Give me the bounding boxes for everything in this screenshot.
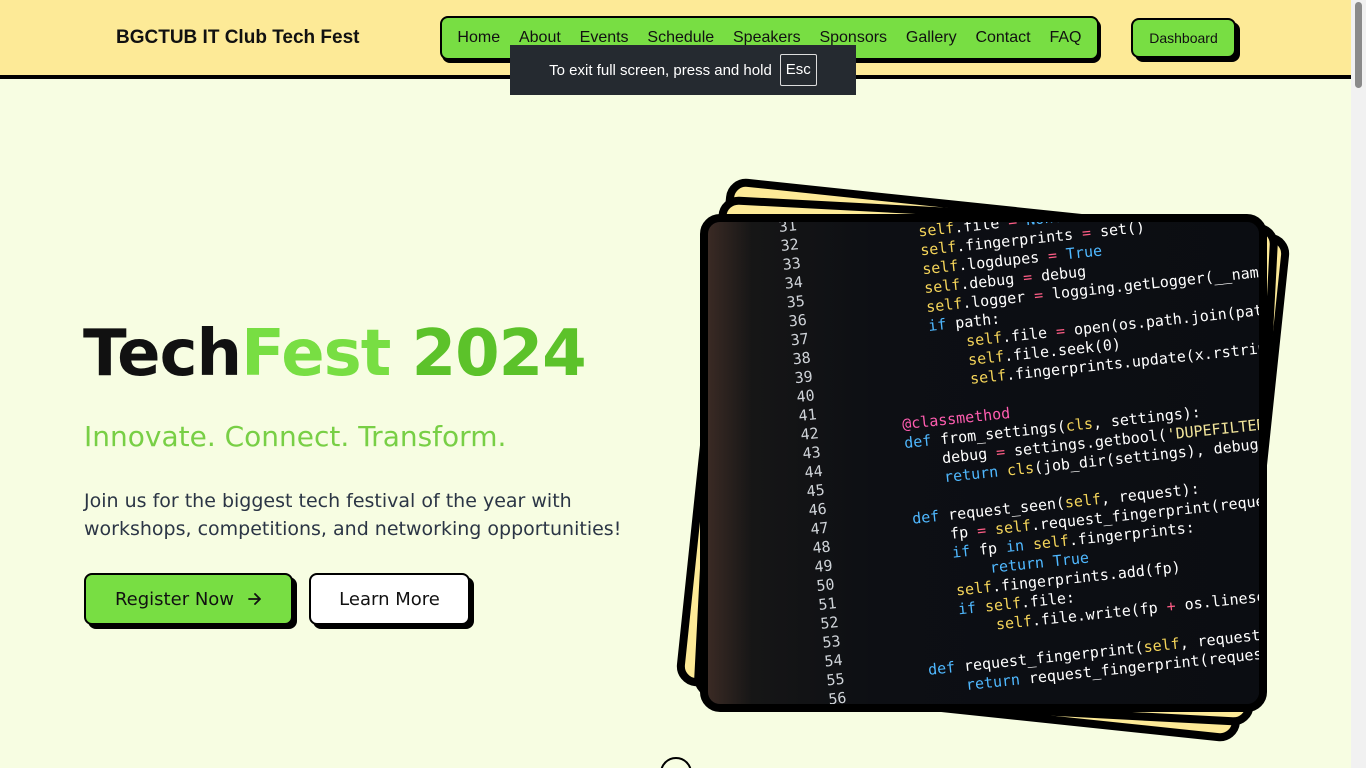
hero-code-image: 31 def __init__(self, job_dir=None, debu… [700, 214, 1267, 712]
arrow-right-icon [248, 593, 261, 605]
code-lines: 31 def __init__(self, job_dir=None, debu… [760, 222, 1259, 704]
learn-more-button[interactable]: Learn More [309, 573, 470, 625]
page-scrollbar[interactable] [1351, 0, 1366, 768]
code-screen: 31 def __init__(self, job_dir=None, debu… [708, 222, 1259, 704]
nav-contact[interactable]: Contact [973, 25, 1032, 51]
register-now-button[interactable]: Register Now [84, 573, 293, 625]
scrollbar-thumb[interactable] [1355, 2, 1362, 88]
hero-title: TechFest 2024 [83, 317, 587, 391]
hero-title-fest: Fest [241, 317, 391, 391]
hero-tagline: Innovate. Connect. Transform. [84, 420, 507, 453]
nav-faq[interactable]: FAQ [1047, 25, 1083, 51]
nav-home[interactable]: Home [455, 25, 502, 51]
register-now-label: Register Now [114, 588, 235, 610]
code-line-number: 56 [827, 688, 848, 704]
brand-logo[interactable]: BGCTUB IT Club Tech Fest [116, 27, 359, 49]
hero-title-tech: Tech [83, 317, 242, 391]
hero-description: Join us for the biggest tech festival of… [84, 490, 622, 540]
esc-key-badge: Esc [779, 54, 817, 86]
hero-title-year: 2024 [390, 317, 587, 391]
fullscreen-toast: To exit full screen, press and hold Esc [510, 45, 856, 95]
nav-gallery[interactable]: Gallery [904, 25, 959, 51]
scroll-down-indicator[interactable] [660, 757, 692, 768]
toast-message: To exit full screen, press and hold [549, 61, 772, 79]
dashboard-button[interactable]: Dashboard [1131, 18, 1236, 58]
